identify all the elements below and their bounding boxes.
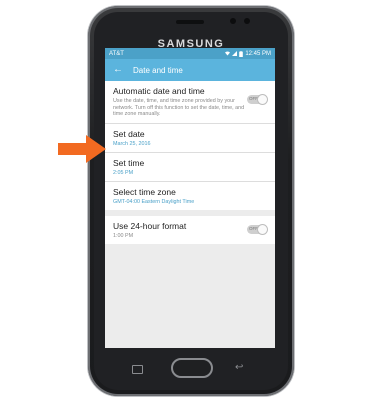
24-hour-format-value: 1:00 PM bbox=[113, 232, 134, 239]
set-time-title: Set time bbox=[113, 157, 145, 168]
highlight-arrow-icon bbox=[58, 135, 106, 163]
earpiece-speaker bbox=[176, 20, 204, 24]
phone-screen: AT&T 12:45 PM ← Date and time Automatic … bbox=[105, 48, 275, 348]
page-title: Date and time bbox=[133, 65, 183, 75]
time-zone-row[interactable]: Select time zone GMT-04:00 Eastern Dayli… bbox=[105, 182, 275, 210]
battery-icon bbox=[239, 50, 244, 57]
status-bar: AT&T 12:45 PM bbox=[105, 48, 275, 59]
set-time-value: 2:05 PM bbox=[113, 169, 134, 176]
settings-list-format: Use 24-hour format 1:00 PM OFF bbox=[105, 215, 275, 244]
home-button[interactable] bbox=[171, 358, 213, 378]
app-bar: ← Date and time bbox=[105, 59, 275, 81]
time-zone-value: GMT-04:00 Eastern Daylight Time bbox=[113, 198, 195, 205]
time-zone-title: Select time zone bbox=[113, 186, 176, 197]
set-date-value: March 25, 2016 bbox=[113, 140, 151, 147]
24-hour-format-row[interactable]: Use 24-hour format 1:00 PM OFF bbox=[105, 216, 275, 244]
status-time: 12:45 PM bbox=[245, 50, 271, 57]
carrier-label: AT&T bbox=[109, 50, 124, 57]
settings-list: Automatic date and time Use the date, ti… bbox=[105, 81, 275, 210]
set-date-row[interactable]: Set date March 25, 2016 bbox=[105, 124, 275, 153]
signal-icon bbox=[232, 51, 238, 56]
set-time-row[interactable]: Set time 2:05 PM bbox=[105, 153, 275, 182]
automatic-date-time-toggle[interactable]: OFF bbox=[247, 94, 268, 105]
automatic-date-time-row[interactable]: Automatic date and time Use the date, ti… bbox=[105, 81, 275, 124]
recent-apps-icon[interactable] bbox=[132, 365, 143, 374]
24-hour-format-toggle[interactable]: OFF bbox=[247, 223, 268, 235]
set-date-title: Set date bbox=[113, 128, 145, 139]
wifi-icon bbox=[225, 51, 231, 56]
proximity-sensor bbox=[244, 18, 250, 24]
automatic-date-time-title: Automatic date and time bbox=[113, 86, 205, 96]
back-arrow-icon[interactable]: ← bbox=[113, 65, 123, 75]
automatic-date-time-description: Use the date, time, and time zone provid… bbox=[113, 98, 245, 118]
back-key-icon[interactable]: ↩ bbox=[235, 363, 243, 373]
toggle-state-label: OFF bbox=[249, 96, 258, 101]
front-camera bbox=[230, 18, 236, 24]
status-indicators: 12:45 PM bbox=[225, 50, 271, 57]
24-hour-format-title: Use 24-hour format bbox=[113, 220, 187, 231]
toggle-state-label: OFF bbox=[249, 225, 258, 231]
